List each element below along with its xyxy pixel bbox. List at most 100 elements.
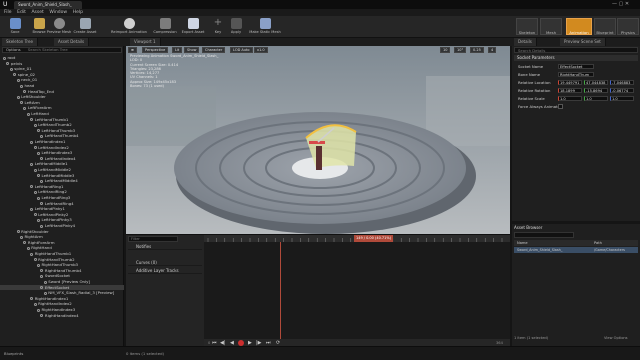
bone-row[interactable]: spine_02 [0, 72, 124, 77]
tab-skeleton-tree[interactable]: Skeleton Tree [2, 38, 38, 46]
rotation-z-field[interactable]: -0.06774 [610, 88, 634, 93]
bone-row[interactable]: LeftHandRing3 [0, 195, 124, 200]
bone-row[interactable]: head [0, 83, 124, 88]
lod-button[interactable]: LOD Auto [230, 47, 253, 53]
bone-row[interactable]: RightHandThumb3 [0, 262, 124, 267]
document-tab[interactable]: Sword_Anim_Shield_Slash_ [14, 1, 82, 9]
menu-edit[interactable]: Edit [17, 9, 26, 16]
force-always-animate-checkbox[interactable] [558, 104, 563, 109]
bone-row[interactable]: LeftHand [0, 111, 124, 116]
bone-row[interactable]: LeftHandIndex1 [0, 139, 124, 144]
scale-snap-button[interactable]: 0.25 [470, 47, 484, 53]
menu-window[interactable]: Window [49, 9, 67, 16]
tab-asset-details[interactable]: Asset Details [54, 38, 90, 46]
window-controls[interactable]: — ▢ ✕ [612, 1, 629, 7]
bone-row[interactable]: LeftHandThumb4 [0, 133, 124, 138]
rotation-snap-button[interactable]: 10° [454, 47, 467, 53]
bone-row[interactable]: RightHandThumb4 [0, 268, 124, 273]
lit-button[interactable]: Lit [172, 47, 183, 53]
location-x-field[interactable]: 19.449791 [558, 80, 582, 85]
bone-row[interactable]: LeftHandIndex2 [0, 145, 124, 150]
scale-y-field[interactable]: 1.0 [584, 96, 608, 101]
bone-row[interactable]: LeftHandIndex3 [0, 150, 124, 155]
bone-row[interactable]: RightHandIndex1 [0, 296, 124, 301]
bone-row[interactable]: RightHandThumb2 [0, 257, 124, 262]
bone-row[interactable]: LeftHandPinky2 [0, 212, 124, 217]
menu-help[interactable]: Help [73, 9, 83, 16]
location-y-field[interactable]: 47.044838 [584, 80, 608, 85]
viewport-menu-button[interactable]: ≡ [128, 47, 137, 53]
reimport-animation-button[interactable]: Reimport Animation [110, 17, 148, 37]
scale-x-field[interactable]: 1.0 [558, 96, 582, 101]
skeleton-search-input[interactable]: Options Search Skeleton Tree [2, 47, 122, 53]
track-area[interactable] [204, 242, 510, 347]
tab-details[interactable]: Details [514, 38, 537, 46]
mode-physics[interactable]: Physics [617, 18, 639, 35]
playback-speed-button[interactable]: x1.0 [254, 47, 268, 53]
mode-blueprint[interactable]: Blueprint [594, 18, 616, 35]
bone-row[interactable]: LeftArm [0, 100, 124, 105]
bone-row[interactable]: spine_01 [0, 66, 124, 71]
column-name[interactable]: Name [517, 240, 528, 246]
perspective-button[interactable]: Perspective [142, 47, 169, 53]
bone-row[interactable]: EffectSocket [0, 284, 124, 290]
column-path[interactable]: Path [594, 240, 602, 246]
time-scrub-bar[interactable]: 149 / 0.00 (40.71%) [204, 235, 510, 242]
bone-row[interactable]: HeadTop_End [0, 89, 124, 94]
tab-preview-scene[interactable]: Preview Scene Set [560, 38, 606, 46]
asset-view-options[interactable]: View Options [604, 336, 628, 340]
show-button[interactable]: Show [184, 47, 200, 53]
rotation-y-field[interactable]: -15.8694 [584, 88, 608, 93]
bone-row[interactable]: NM_VFX_Slash_Radial_3 [Preview] [0, 290, 124, 295]
bone-row[interactable]: LeftForeArm [0, 105, 124, 110]
bone-row[interactable]: LeftHandRing2 [0, 189, 124, 194]
asset-browser-title[interactable]: Asset Browser [514, 224, 542, 231]
bone-name-field[interactable]: RightHandThum [558, 72, 594, 77]
rotation-x-field[interactable]: 18.1899 [558, 88, 582, 93]
socket-parameters-header[interactable]: Socket Parameters [514, 55, 638, 61]
apply-button[interactable]: Apply [226, 17, 246, 37]
key-button[interactable]: + Key [208, 17, 228, 37]
bone-row[interactable]: LeftHandThumb3 [0, 128, 124, 133]
tab-viewport[interactable]: Viewport 1 [130, 38, 161, 46]
bone-row[interactable]: Sword [Preview Only] [0, 279, 124, 284]
bone-row[interactable]: RightArm [0, 234, 124, 239]
create-asset-button[interactable]: Create Asset [70, 17, 100, 37]
track-curves[interactable]: Curves (0) [128, 259, 202, 266]
bone-row[interactable]: LeftHandMiddle1 [0, 161, 124, 166]
bone-row[interactable]: pelvis [0, 61, 124, 66]
camera-speed-button[interactable]: 4 [488, 47, 497, 53]
menu-asset[interactable]: Asset [31, 9, 43, 16]
bone-row[interactable]: RightHandIndex3 [0, 307, 124, 312]
mode-skeleton[interactable]: Skeleton [516, 18, 538, 35]
scale-z-field[interactable]: 1.0 [610, 96, 634, 101]
location-z-field[interactable]: -7.046883 [610, 80, 634, 85]
bone-row[interactable]: neck_01 [0, 77, 124, 82]
mode-animation[interactable]: Animation [566, 18, 592, 35]
bone-row[interactable]: LeftHandMiddle4 [0, 178, 124, 183]
bone-row[interactable]: LeftHandMiddle3 [0, 173, 124, 178]
bone-row[interactable]: LeftHandThumb2 [0, 122, 124, 127]
bone-row[interactable]: RightHandThumb1 [0, 251, 124, 256]
socket-name-field[interactable]: EffectSocket [558, 64, 594, 69]
make-static-mesh-button[interactable]: Make Static Mesh [246, 17, 284, 37]
bone-row[interactable]: LeftHandThumb1 [0, 117, 124, 122]
bone-row[interactable]: LeftShoulder [0, 94, 124, 99]
bone-row[interactable]: RightForeArm [0, 240, 124, 245]
asset-search-input[interactable] [514, 232, 574, 238]
bone-row[interactable]: LeftHandPinky4 [0, 223, 124, 228]
compression-button[interactable]: Compression [150, 17, 180, 37]
bone-row[interactable]: LeftHandIndex4 [0, 156, 124, 161]
menu-file[interactable]: File [4, 9, 12, 16]
character-button[interactable]: Character [202, 47, 226, 53]
export-asset-button[interactable]: Export Asset [178, 17, 208, 37]
bone-row[interactable]: RightHandIndex4 [0, 313, 124, 318]
bone-row[interactable]: LeftHandMiddle2 [0, 167, 124, 172]
bone-row[interactable]: LeftHandRing4 [0, 201, 124, 206]
grid-snap-button[interactable]: 10 [440, 47, 451, 53]
bone-row[interactable]: LeftHandPinky3 [0, 217, 124, 222]
details-search-input[interactable]: Search Details [514, 47, 638, 53]
bone-row[interactable]: LeftHandRing1 [0, 184, 124, 189]
bone-row[interactable]: RightHandIndex2 [0, 301, 124, 306]
blueprints-label[interactable]: Blueprints [4, 351, 23, 356]
